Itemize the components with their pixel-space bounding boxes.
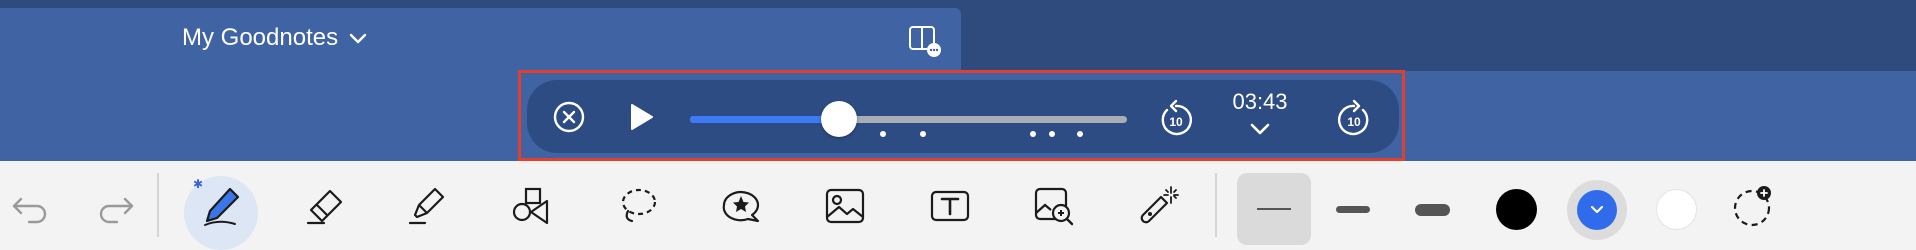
sticker-icon xyxy=(722,190,760,223)
audio-marker xyxy=(880,131,886,137)
scrubber-handle[interactable] xyxy=(820,101,857,137)
chevron-down-icon xyxy=(1590,205,1604,214)
playback-scrubber[interactable] xyxy=(690,101,1127,137)
close-playback-icon[interactable] xyxy=(552,100,586,134)
skip-back-10-icon[interactable]: 10 xyxy=(1157,99,1195,139)
image-icon xyxy=(825,188,865,224)
laser-pointer-tool-button[interactable] xyxy=(1134,181,1182,231)
play-icon[interactable] xyxy=(626,100,656,134)
audio-marker xyxy=(1077,131,1083,137)
svg-text:10: 10 xyxy=(1347,115,1361,129)
toolbar-divider xyxy=(157,173,159,237)
chevron-down-icon[interactable] xyxy=(1249,122,1271,136)
redo-button[interactable] xyxy=(92,181,140,231)
tool-bar: ✱ xyxy=(0,161,1916,250)
highlighter-tool-button[interactable] xyxy=(404,181,452,231)
laser-pointer-icon xyxy=(1140,186,1179,224)
elements-tool-button[interactable] xyxy=(717,181,765,231)
audio-playback-bar: 10 03:43 10 xyxy=(527,80,1399,153)
document-tab-area xyxy=(0,8,961,71)
zoom-image-icon xyxy=(1034,187,1074,226)
redo-icon xyxy=(99,197,134,224)
eraser-icon xyxy=(306,189,343,225)
color-swatch-white[interactable] xyxy=(1656,189,1697,230)
toolbar-divider xyxy=(1215,173,1217,237)
playback-time: 03:43 xyxy=(1232,89,1288,114)
shapes-icon xyxy=(512,187,549,225)
audio-marker xyxy=(1030,131,1036,137)
color-swatch-black[interactable] xyxy=(1496,189,1537,230)
document-title-menu[interactable]: My Goodnotes xyxy=(182,24,368,52)
lasso-tool-button[interactable] xyxy=(613,181,661,231)
playback-progress xyxy=(690,116,839,123)
pen-icon xyxy=(204,187,240,226)
skip-forward-10-icon[interactable]: 10 xyxy=(1335,99,1373,139)
audio-marker xyxy=(1049,131,1055,137)
zoom-window-tool-button[interactable] xyxy=(1030,181,1078,231)
highlighter-icon xyxy=(408,187,445,225)
color-swatch-blue[interactable] xyxy=(1577,190,1617,230)
window-top-strip xyxy=(0,0,1916,8)
image-tool-button[interactable] xyxy=(821,181,869,231)
add-color-button[interactable] xyxy=(1728,181,1776,231)
stroke-width-medium[interactable] xyxy=(1336,206,1370,213)
stroke-width-thin[interactable] xyxy=(1257,208,1291,210)
svg-text:10: 10 xyxy=(1169,115,1183,129)
audio-marker xyxy=(920,131,926,137)
undo-button[interactable] xyxy=(6,181,54,231)
undo-icon xyxy=(12,197,47,224)
lasso-icon xyxy=(621,188,657,223)
page-panel-icon[interactable] xyxy=(907,24,941,58)
text-tool-button[interactable] xyxy=(926,181,974,231)
text-box-icon xyxy=(930,190,970,222)
add-color-icon xyxy=(1733,186,1771,227)
stroke-width-thick[interactable] xyxy=(1415,204,1450,216)
pen-tool-button[interactable] xyxy=(198,181,246,231)
chevron-down-icon xyxy=(349,33,367,44)
shapes-tool-button[interactable] xyxy=(508,181,556,231)
document-title: My Goodnotes xyxy=(182,24,339,51)
eraser-tool-button[interactable] xyxy=(301,181,349,231)
